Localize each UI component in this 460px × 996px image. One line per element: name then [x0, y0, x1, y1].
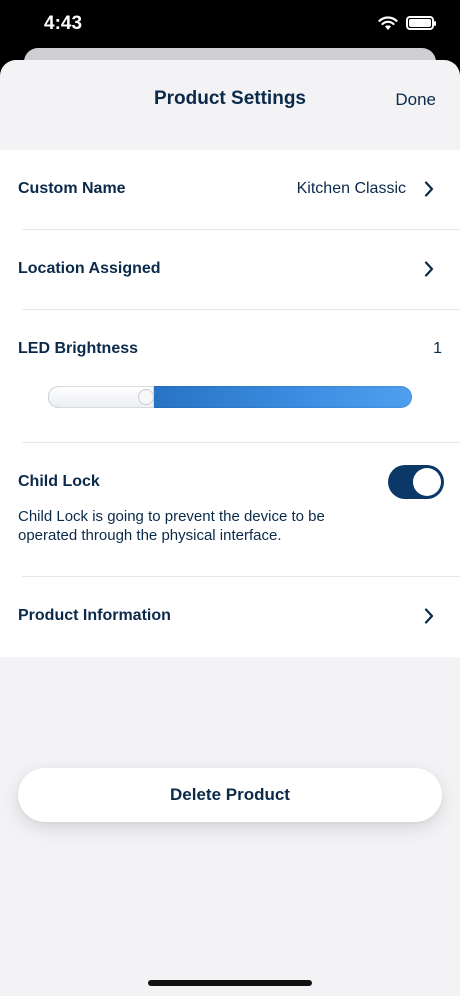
led-brightness-row: LED Brightness 1 — [0, 310, 460, 442]
child-lock-toggle[interactable] — [388, 465, 444, 499]
delete-product-button[interactable]: Delete Product — [18, 768, 442, 822]
slider-thumb[interactable] — [138, 389, 154, 405]
child-lock-description: Child Lock is going to prevent the devic… — [18, 508, 325, 544]
page-title: Product Settings — [153, 88, 306, 109]
chevron-right-icon — [424, 261, 434, 277]
led-brightness-value: 1 — [433, 340, 442, 357]
toggle-knob — [413, 468, 441, 496]
child-lock-label: Child Lock — [18, 473, 100, 490]
led-brightness-slider[interactable] — [48, 386, 412, 408]
led-brightness-label: LED Brightness — [18, 340, 139, 357]
custom-name-row[interactable]: Custom Name Kitchen Classic — [0, 150, 460, 230]
settings-list: Custom Name Kitchen Classic Location Ass… — [0, 150, 460, 657]
location-row[interactable]: Location Assigned — [0, 230, 460, 310]
settings-sheet: Product Settings Done Custom Name Kitche… — [0, 60, 460, 996]
nav-bar: Product Settings Done — [0, 60, 460, 150]
battery-icon — [406, 16, 436, 30]
status-icons — [378, 15, 436, 31]
home-indicator — [148, 980, 312, 986]
chevron-right-icon — [424, 181, 434, 197]
status-time: 4:43 — [44, 13, 83, 34]
status-bar: 4:43 — [0, 0, 460, 50]
wifi-icon — [378, 16, 398, 30]
product-information-label: Product Information — [18, 607, 171, 624]
custom-name-value: Kitchen Classic — [296, 180, 406, 197]
location-label: Location Assigned — [18, 260, 161, 277]
done-button[interactable]: Done — [395, 90, 436, 110]
chevron-right-icon — [424, 608, 434, 624]
product-information-row[interactable]: Product Information — [0, 577, 460, 657]
custom-name-label: Custom Name — [18, 180, 126, 197]
